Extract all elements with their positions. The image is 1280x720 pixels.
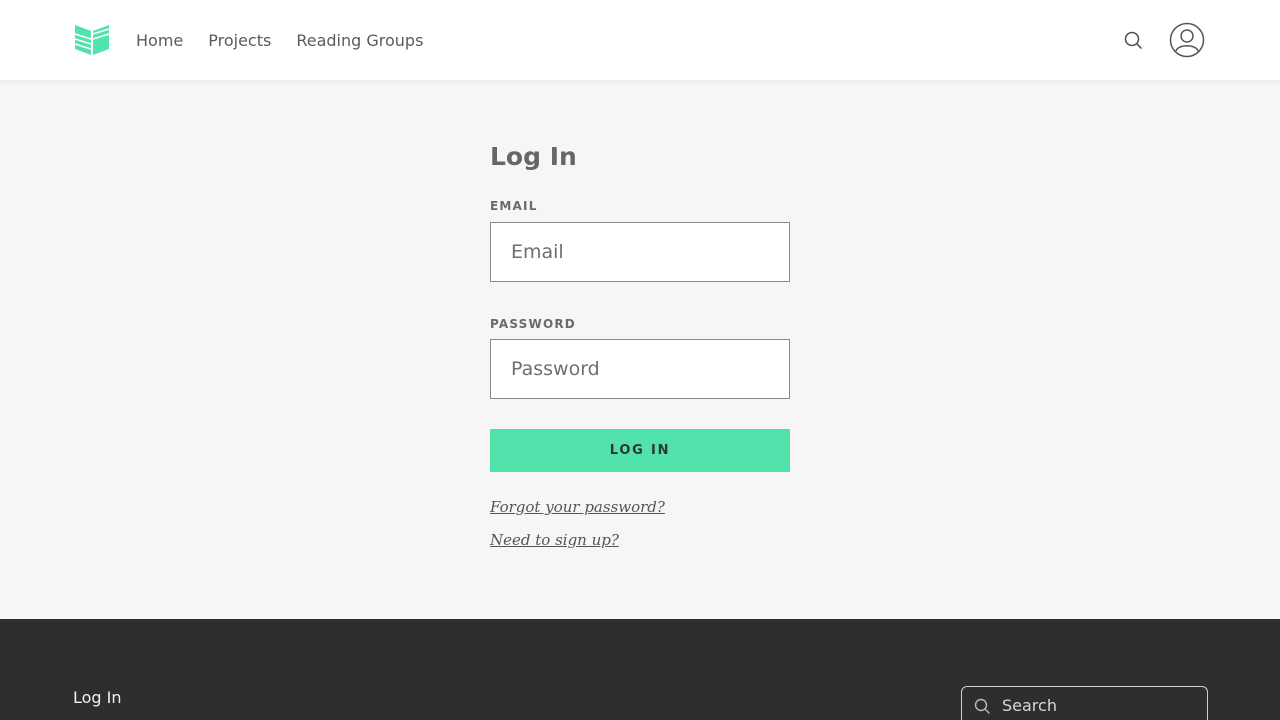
main-nav: Home Projects Reading Groups bbox=[136, 0, 448, 80]
footer-search-box bbox=[961, 686, 1208, 720]
sign-up-link[interactable]: Need to sign up? bbox=[490, 531, 619, 549]
search-icon[interactable] bbox=[1122, 29, 1144, 51]
main-content: Log In EMAIL PASSWORD LOG IN Forgot your… bbox=[0, 80, 1280, 619]
page-title: Log In bbox=[490, 142, 577, 171]
search-icon bbox=[973, 697, 991, 715]
nav-home[interactable]: Home bbox=[136, 31, 183, 50]
nav-reading-groups[interactable]: Reading Groups bbox=[296, 31, 423, 50]
email-label: EMAIL bbox=[490, 199, 538, 213]
login-button[interactable]: LOG IN bbox=[490, 429, 790, 472]
nav-projects[interactable]: Projects bbox=[208, 31, 271, 50]
logo-icon[interactable] bbox=[74, 22, 110, 58]
footer-login-link[interactable]: Log In bbox=[73, 688, 122, 707]
forgot-password-link[interactable]: Forgot your password? bbox=[490, 498, 665, 516]
email-field[interactable] bbox=[490, 222, 790, 282]
site-footer: Log In bbox=[0, 619, 1280, 720]
user-avatar-icon[interactable] bbox=[1169, 22, 1205, 58]
password-label: PASSWORD bbox=[490, 317, 576, 331]
site-header: Home Projects Reading Groups bbox=[0, 0, 1280, 80]
footer-search-input[interactable] bbox=[1002, 687, 1202, 720]
password-field[interactable] bbox=[490, 339, 790, 399]
